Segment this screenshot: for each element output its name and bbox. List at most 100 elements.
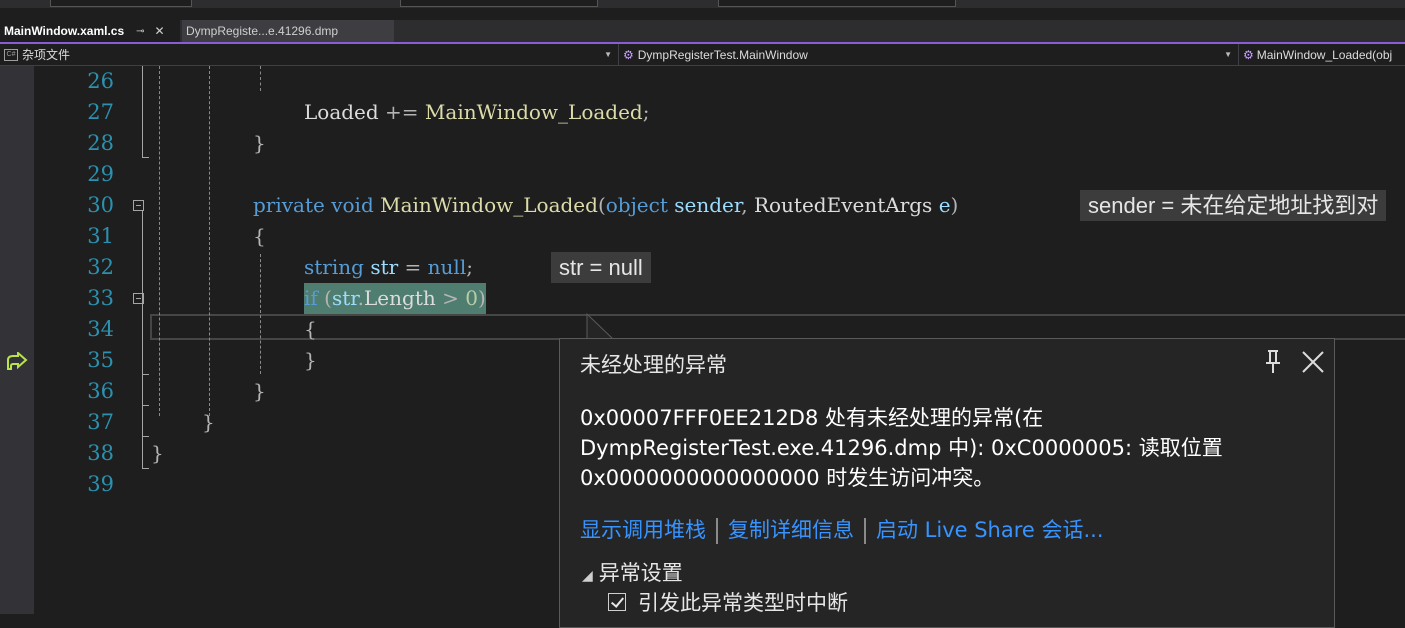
exception-settings-toggle[interactable]: ◢ 异常设置 [582, 557, 683, 587]
token: > [435, 286, 466, 310]
token: { [253, 224, 266, 248]
member-label: MainWindow_Loaded(obj [1256, 47, 1393, 62]
code-line: 32 string str = null; str = null [34, 252, 1405, 283]
document-tab-bar: MainWindow.xaml.cs ⊸ ✕ DympRegiste...e.4… [0, 20, 1405, 44]
method-icon: ⚙ [1243, 47, 1254, 62]
start-live-share-link[interactable]: 启动 Live Share 会话... [876, 518, 1104, 542]
line-number: 32 [87, 255, 114, 279]
project-dropdown[interactable]: C# 杂项文件 ▼ [0, 44, 616, 65]
pin-icon[interactable] [1262, 349, 1284, 375]
token: ( [597, 193, 606, 217]
chevron-down-icon: ▼ [1224, 50, 1232, 59]
token: ( [317, 286, 332, 310]
token: Length [364, 286, 436, 310]
token: e [938, 193, 951, 217]
current-statement-arrow-icon [7, 352, 28, 370]
line-number: 37 [87, 410, 114, 434]
copy-details-link[interactable]: 复制详细信息 [728, 518, 854, 542]
tab-label: DympRegiste...e.41296.dmp [186, 24, 339, 38]
close-icon[interactable] [1300, 349, 1326, 375]
project-label: 杂项文件 [22, 48, 71, 62]
pin-tab-icon[interactable]: ⊸ [136, 26, 144, 37]
code-text: private void MainWindow_Loaded(object se… [253, 190, 958, 221]
toolbar-dropdown[interactable] [400, 0, 598, 7]
line-number: 35 [87, 348, 114, 372]
inline-value-sender[interactable]: sender = 未在给定地址找到对 [1080, 190, 1387, 221]
type-label: DympRegisterTest.MainWindow [637, 47, 808, 62]
token: str [370, 255, 399, 279]
exception-helper-popup: 未经处理的异常 0x00007FFF0EE212D8 处有未经处理的异常(在 D… [559, 338, 1335, 628]
token: MainWindow_Loaded [424, 100, 643, 124]
token: object [605, 193, 668, 217]
token: ) [950, 193, 959, 217]
indicator-margin[interactable] [0, 66, 34, 614]
line-number: 31 [87, 224, 114, 248]
token: null [427, 255, 467, 279]
token: } [202, 410, 215, 434]
code-text: } [202, 407, 215, 438]
exception-links: 显示调用堆栈 复制详细信息 启动 Live Share 会话... [580, 514, 1104, 544]
link-separator [716, 518, 718, 544]
toolbar-dropdown[interactable] [718, 0, 956, 7]
token: } [151, 441, 164, 465]
tab-dump-file[interactable]: DympRegiste...e.41296.dmp [182, 20, 394, 42]
line-number: 30 [87, 193, 114, 217]
show-call-stack-link[interactable]: 显示调用堆栈 [580, 518, 706, 542]
token: sender [674, 193, 742, 217]
member-dropdown[interactable]: ⚙ MainWindow_Loaded(obj [1238, 44, 1405, 65]
navigation-bar: C# 杂项文件 ▼ ⚙ DympRegisterTest.MainWindow … [0, 44, 1405, 66]
break-on-exception-checkbox[interactable]: 引发此异常类型时中断 [608, 587, 848, 617]
line-number: 28 [87, 131, 114, 155]
token: RoutedEventArgs [753, 193, 933, 217]
token: ; [642, 100, 650, 124]
line-number: 34 [87, 317, 114, 341]
toolbar-strip [0, 0, 1405, 8]
line-number: 38 [87, 441, 114, 465]
line-number: 27 [87, 100, 114, 124]
popup-pointer [586, 312, 614, 340]
type-dropdown[interactable]: ⚙ DympRegisterTest.MainWindow ▼ [618, 44, 1236, 65]
token: void [331, 193, 374, 217]
csharp-file-icon: C# [4, 48, 18, 61]
tab-label: MainWindow.xaml.cs [4, 24, 125, 38]
token: if [304, 286, 318, 310]
token: MainWindow_Loaded [380, 193, 598, 217]
token: , [741, 193, 754, 217]
token: } [253, 379, 266, 403]
token: } [253, 131, 266, 155]
code-text: Loaded += MainWindow_Loaded; [304, 97, 649, 128]
token: ) [477, 286, 486, 310]
close-tab-icon[interactable]: ✕ [155, 24, 165, 38]
collapse-icon[interactable] [133, 200, 144, 211]
code-text: } [253, 128, 266, 159]
line-number: 36 [87, 379, 114, 403]
code-text: } [304, 345, 317, 376]
current-statement: if (str.Length > 0) [304, 283, 486, 314]
collapse-icon[interactable] [133, 293, 144, 304]
tab-mainwindow-xaml-cs[interactable]: MainWindow.xaml.cs ⊸ ✕ [0, 20, 180, 42]
token: ; [466, 255, 473, 279]
token: { [304, 317, 317, 341]
token: string [304, 255, 364, 279]
line-number: 39 [87, 472, 114, 496]
code-text: { [304, 314, 317, 345]
line-number: 26 [87, 69, 114, 93]
code-line: 28 } [34, 128, 1405, 159]
checkbox-checked-icon[interactable] [608, 593, 626, 611]
inline-value-str[interactable]: str = null [551, 252, 651, 283]
checkbox-label: 引发此异常类型时中断 [638, 591, 848, 615]
token: private [253, 193, 325, 217]
chevron-down-icon: ▼ [604, 50, 612, 59]
token: } [304, 348, 317, 372]
code-line: 30 private void MainWindow_Loaded(object… [34, 190, 1405, 221]
section-label: 异常设置 [598, 561, 683, 585]
line-number: 33 [87, 286, 114, 310]
code-line: 31 { [34, 221, 1405, 252]
code-text: } [253, 376, 266, 407]
token: = [398, 255, 428, 279]
toolbar-dropdown[interactable] [50, 0, 192, 7]
code-text: } [151, 438, 164, 469]
expand-triangle-icon: ◢ [582, 568, 593, 584]
code-line: 27 Loaded += MainWindow_Loaded; [34, 97, 1405, 128]
link-separator [864, 518, 866, 544]
